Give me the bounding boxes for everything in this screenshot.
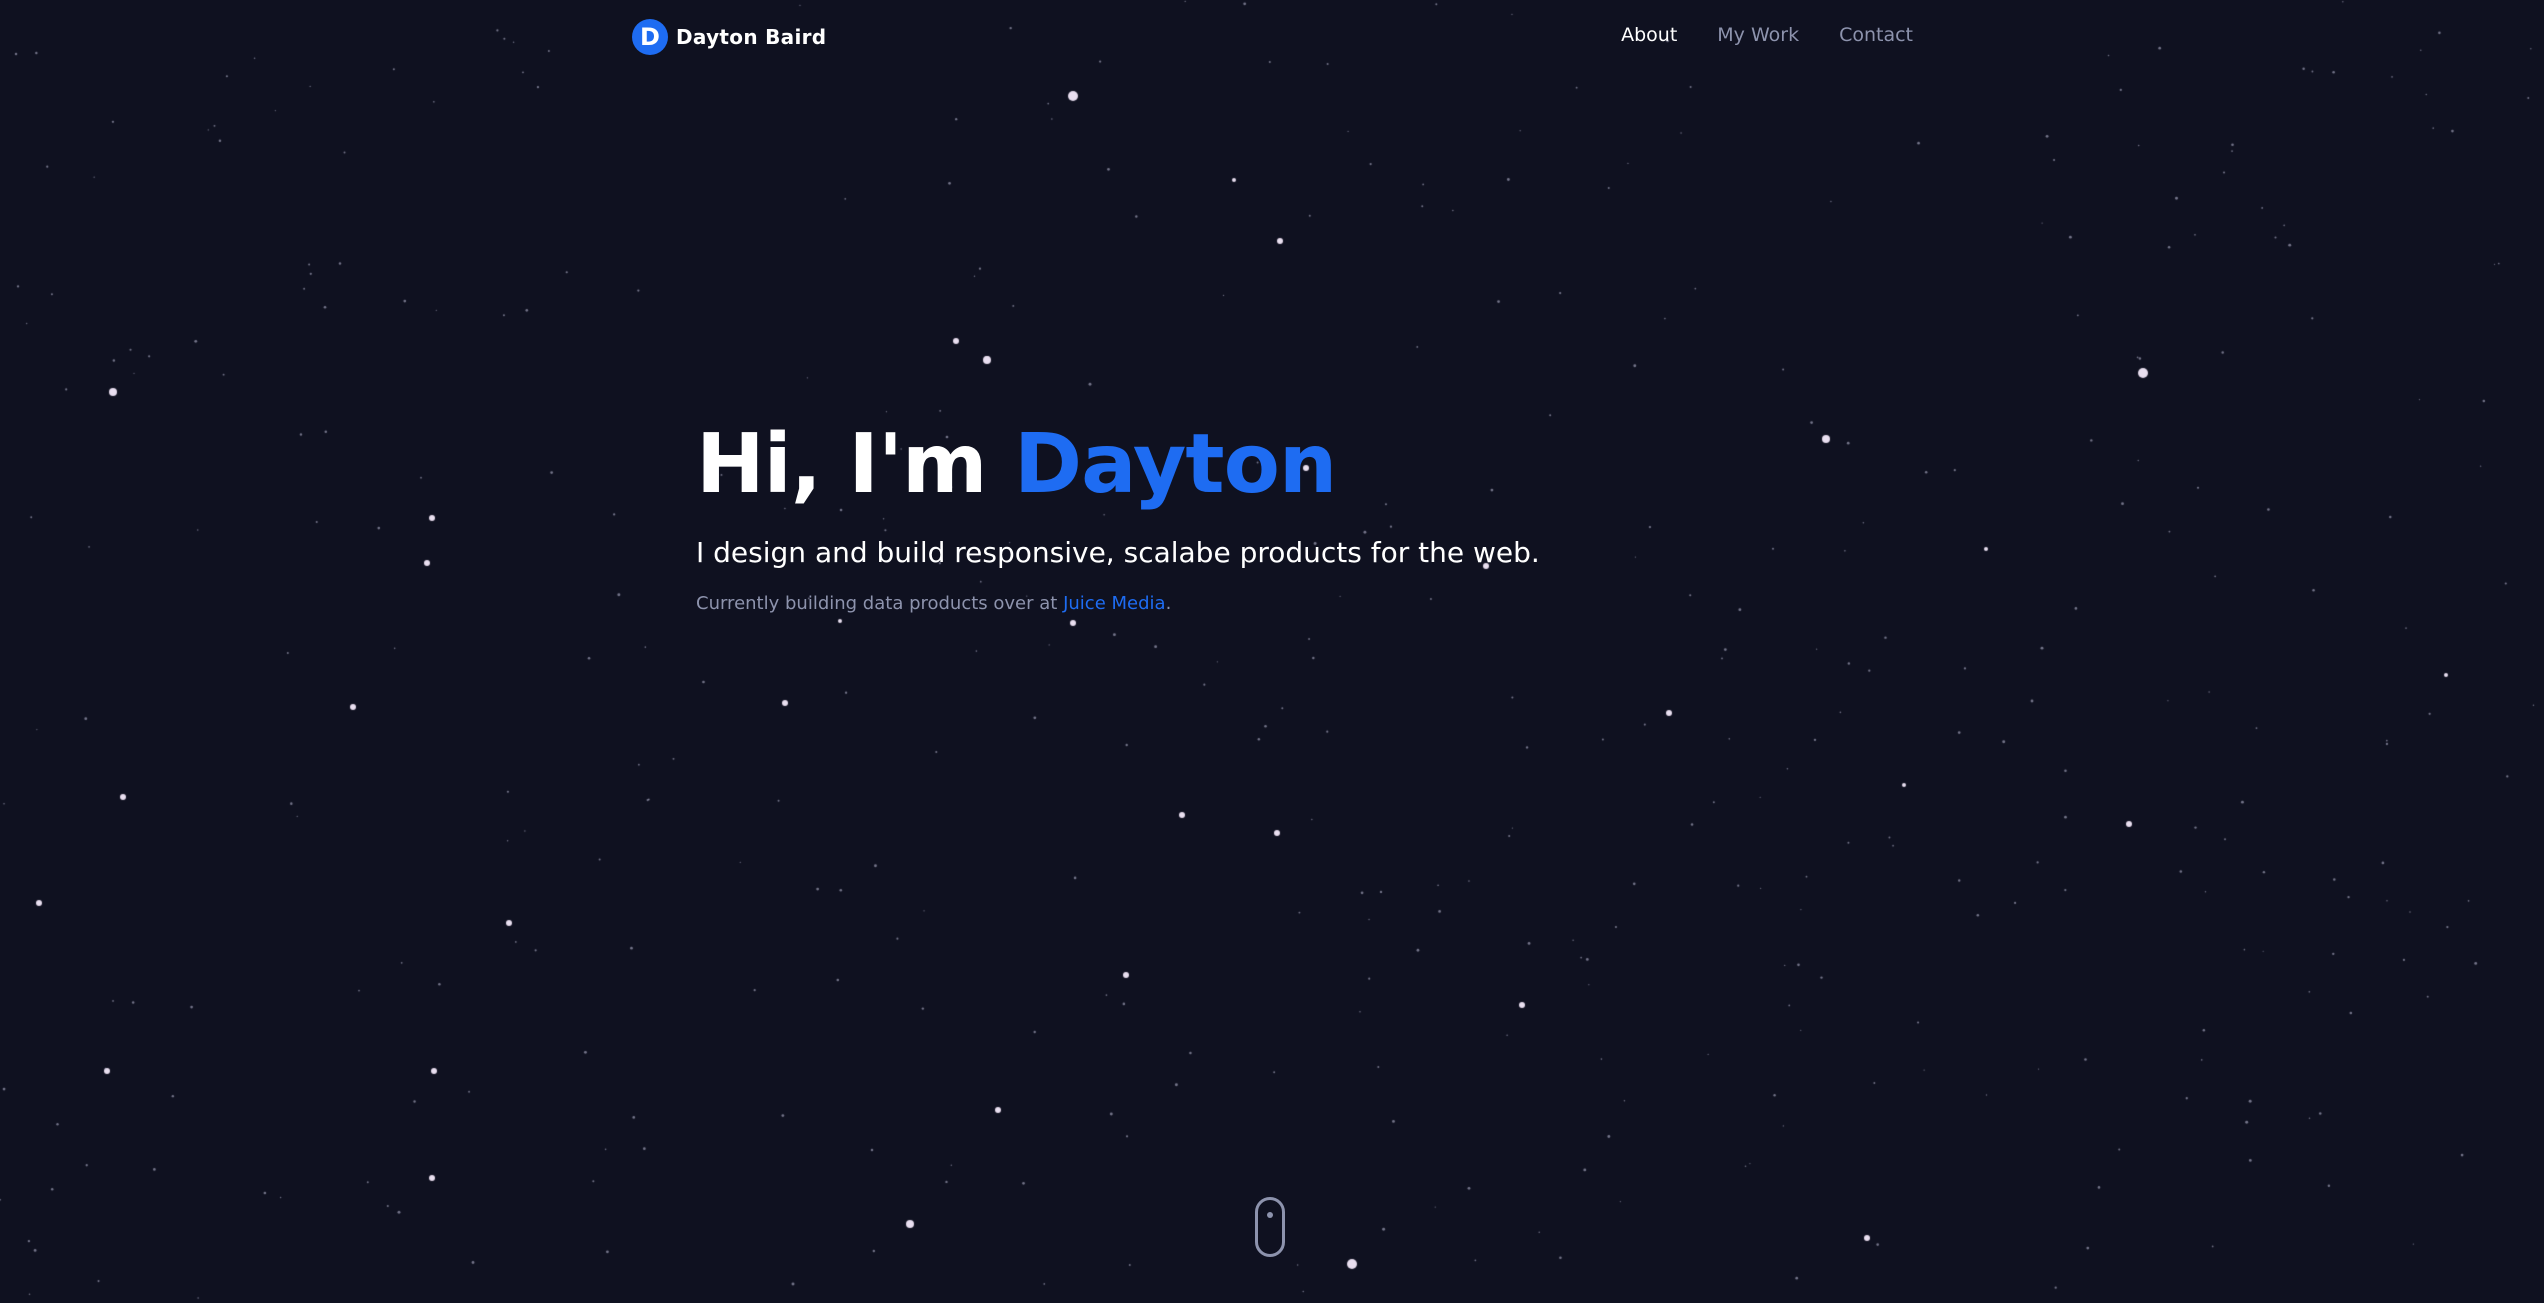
hero-current-suffix: . bbox=[1165, 593, 1172, 614]
hero-greeting: Hi, I'm bbox=[696, 417, 1015, 512]
scroll-wheel-dot bbox=[1267, 1212, 1273, 1218]
juice-media-link[interactable]: Juice Media bbox=[1063, 593, 1165, 614]
main-nav: About My Work Contact bbox=[1621, 24, 1913, 46]
brand-logo: D bbox=[632, 19, 668, 55]
brand-home-link[interactable]: D Dayton Baird bbox=[632, 19, 826, 55]
hero-current-prefix: Currently building data products over at bbox=[696, 593, 1064, 614]
hero-section: Hi, I'm Dayton I design and build respon… bbox=[696, 405, 1540, 619]
hero-current-role: Currently building data products over at… bbox=[696, 589, 1540, 619]
page: D Dayton Baird About My Work Contact Hi,… bbox=[0, 0, 2544, 1303]
mouse-scroll-icon[interactable] bbox=[1255, 1197, 1285, 1257]
hero-title: Hi, I'm Dayton bbox=[696, 405, 1540, 525]
nav-contact[interactable]: Contact bbox=[1839, 24, 1913, 46]
starfield-background bbox=[0, 0, 2544, 1303]
nav-my-work[interactable]: My Work bbox=[1717, 24, 1799, 46]
hero-name: Dayton bbox=[1014, 417, 1337, 512]
hero-tagline: I design and build responsive, scalabe p… bbox=[696, 536, 1540, 569]
brand-name: Dayton Baird bbox=[676, 25, 827, 49]
nav-about[interactable]: About bbox=[1621, 24, 1677, 46]
